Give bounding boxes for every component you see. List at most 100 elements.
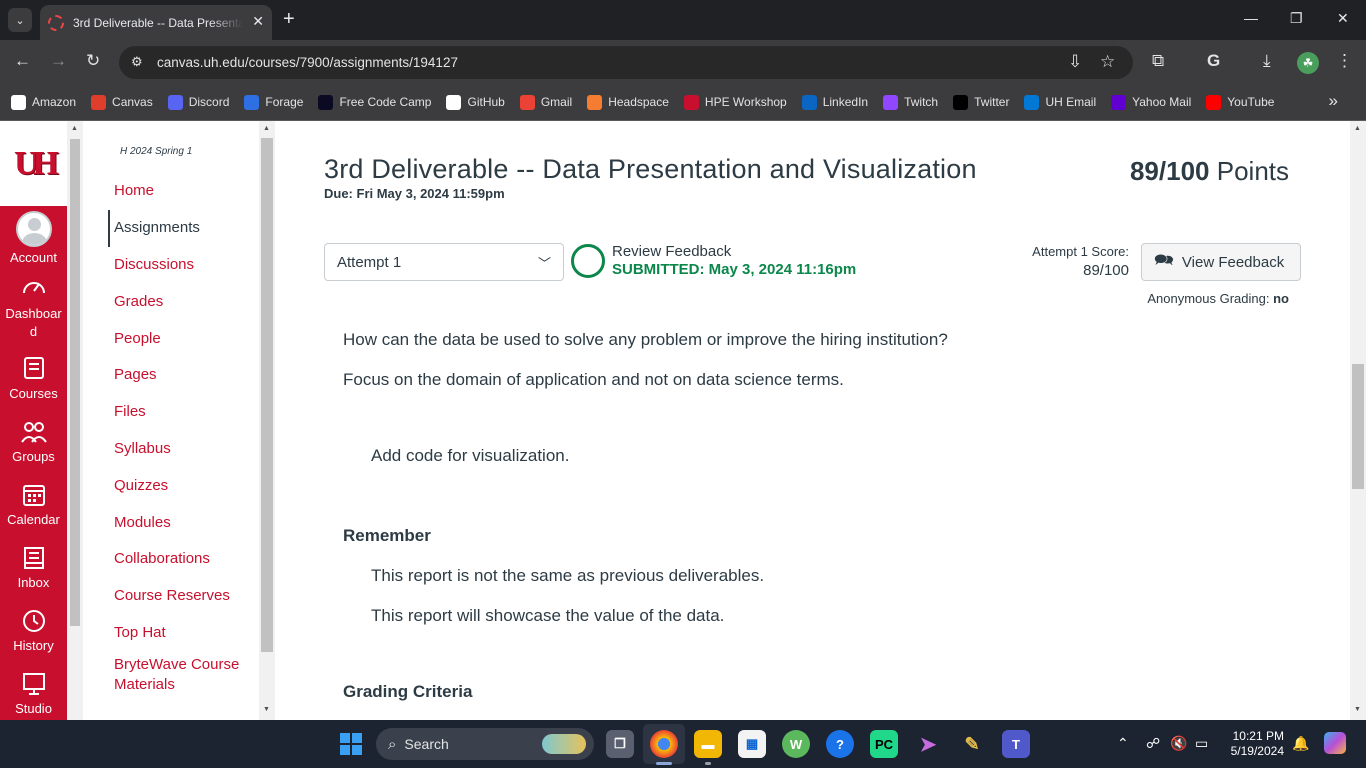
- page-scrollbar[interactable]: ▲ ▼: [1350, 121, 1366, 720]
- extensions-icon[interactable]: ⧉: [1152, 51, 1164, 71]
- youtube-icon: [1206, 94, 1222, 110]
- copilot-icon[interactable]: [1324, 732, 1346, 754]
- bookmark-gmail[interactable]: Gmail: [519, 94, 573, 110]
- windows-start-icon[interactable]: [340, 733, 362, 755]
- forward-icon[interactable]: →: [50, 51, 67, 71]
- install-app-icon[interactable]: ⇩: [1068, 52, 1082, 72]
- teams-icon[interactable]: T: [1002, 730, 1030, 758]
- help-icon[interactable]: ?: [826, 730, 854, 758]
- bookmark-star-icon[interactable]: ☆: [1100, 52, 1115, 72]
- x-icon: [953, 94, 969, 110]
- bookmark-free-code-camp[interactable]: Free Code Camp: [318, 94, 431, 110]
- scroll-up-icon[interactable]: ▲: [263, 125, 270, 132]
- file-explorer-icon[interactable]: ▬: [694, 730, 722, 758]
- scrollbar-thumb[interactable]: [70, 139, 80, 626]
- more-bookmarks-icon[interactable]: »: [1329, 91, 1338, 111]
- global-nav-scrollbar[interactable]: ▲: [67, 121, 83, 720]
- google-icon[interactable]: G: [1207, 51, 1220, 71]
- scroll-down-icon[interactable]: ▼: [1354, 706, 1361, 713]
- global-nav-account[interactable]: Account: [0, 206, 67, 269]
- chrome-icon[interactable]: [650, 730, 678, 758]
- course-nav-home[interactable]: Home: [108, 173, 258, 210]
- global-nav-inbox[interactable]: Inbox: [0, 535, 67, 598]
- scroll-down-icon[interactable]: ▼: [263, 706, 270, 713]
- reload-icon[interactable]: ↻: [86, 51, 100, 71]
- minimize-icon[interactable]: —: [1244, 10, 1258, 26]
- show-hidden-icons-icon[interactable]: ⌃: [1117, 735, 1129, 752]
- uh-logo[interactable]: UH: [0, 121, 67, 206]
- profile-avatar-icon[interactable]: ☘: [1297, 52, 1319, 74]
- global-nav-studio[interactable]: Studio: [0, 661, 67, 720]
- bookmark-canvas[interactable]: Canvas: [91, 94, 153, 110]
- course-nav-top-hat[interactable]: Top Hat: [108, 615, 258, 652]
- address-bar[interactable]: ⚙ canvas.uh.edu/courses/7900/assignments…: [119, 46, 1133, 79]
- restore-icon[interactable]: ❐: [1290, 10, 1303, 27]
- course-nav-grades[interactable]: Grades: [108, 283, 258, 320]
- notifications-icon[interactable]: 🔔: [1292, 735, 1309, 752]
- bookmark-yahoo-mail[interactable]: Yahoo Mail: [1111, 94, 1191, 110]
- bookmark-hpe-workshop[interactable]: HPE Workshop: [683, 94, 787, 110]
- wifi-icon[interactable]: ☍: [1146, 735, 1160, 752]
- course-nav-modules[interactable]: Modules: [108, 504, 258, 541]
- site-info-icon[interactable]: ⚙: [131, 54, 143, 70]
- course-nav-scrollbar[interactable]: ▲ ▼: [259, 121, 275, 720]
- new-tab-icon[interactable]: +: [283, 8, 295, 30]
- course-nav-pages[interactable]: Pages: [108, 357, 258, 394]
- bookmark-uh-email[interactable]: UH Email: [1024, 94, 1096, 110]
- bookmark-youtube[interactable]: YouTube: [1206, 94, 1274, 110]
- task-view-icon[interactable]: ❐: [606, 730, 634, 758]
- course-nav-quizzes[interactable]: Quizzes: [108, 467, 258, 504]
- due-date: Due: Fri May 3, 2024 11:59pm: [324, 186, 505, 201]
- bookmark-label: Twitter: [974, 95, 1010, 109]
- power-automate-icon[interactable]: ➤: [914, 730, 942, 758]
- paint-icon[interactable]: ✎: [958, 730, 986, 758]
- close-tab-icon[interactable]: ✕: [252, 13, 264, 30]
- global-nav-courses[interactable]: Courses: [0, 346, 67, 409]
- battery-icon[interactable]: ▭: [1195, 735, 1208, 752]
- course-nav-people[interactable]: People: [108, 320, 258, 357]
- global-nav-dashboard[interactable]: Dashboard: [0, 269, 67, 346]
- attempt-select[interactable]: Attempt 1 ﹀: [324, 243, 564, 281]
- uh-icon: [683, 94, 699, 110]
- global-nav-groups[interactable]: Groups: [0, 409, 67, 472]
- global-nav-label: Studio: [15, 700, 52, 716]
- global-nav-calendar[interactable]: Calendar: [0, 472, 67, 535]
- scroll-up-icon[interactable]: ▲: [1354, 125, 1361, 132]
- bookmark-linkedin[interactable]: LinkedIn: [801, 94, 868, 110]
- scrollbar-thumb[interactable]: [1352, 364, 1364, 489]
- review-feedback-label: Review Feedback: [612, 243, 732, 260]
- scrollbar-thumb[interactable]: [261, 138, 273, 652]
- url-text[interactable]: canvas.uh.edu/courses/7900/assignments/1…: [157, 55, 458, 70]
- back-icon[interactable]: ←: [14, 51, 31, 71]
- view-feedback-button[interactable]: 🗪 View Feedback: [1141, 243, 1301, 281]
- course-nav-discussions[interactable]: Discussions: [108, 247, 258, 284]
- course-nav-collaborations[interactable]: Collaborations: [108, 541, 258, 578]
- taskbar-search[interactable]: ⌕ Search: [376, 728, 594, 760]
- tab-search-icon[interactable]: ⌄: [8, 8, 32, 32]
- course-nav-files[interactable]: Files: [108, 394, 258, 431]
- search-icon: ⌕: [388, 735, 397, 753]
- course-nav-course-reserves[interactable]: Course Reserves: [108, 578, 258, 615]
- close-window-icon[interactable]: ✕: [1337, 10, 1349, 27]
- app-w-icon[interactable]: W: [782, 730, 810, 758]
- course-nav-assignments[interactable]: Assignments: [108, 209, 258, 247]
- scroll-up-icon[interactable]: ▲: [71, 125, 78, 132]
- download-icon[interactable]: ⤓: [1263, 51, 1271, 71]
- browser-tab[interactable]: 3rd Deliverable -- Data Presentation and…: [40, 5, 272, 40]
- global-nav-history[interactable]: History: [0, 598, 67, 661]
- course-nav-syllabus[interactable]: Syllabus: [108, 431, 258, 468]
- bookmark-twitch[interactable]: Twitch: [883, 94, 938, 110]
- microsoft-store-icon[interactable]: ▦: [738, 730, 766, 758]
- bookmark-twitter[interactable]: Twitter: [953, 94, 1010, 110]
- volume-muted-icon[interactable]: 🔇: [1170, 735, 1187, 752]
- menu-kebab-icon[interactable]: ⋮: [1336, 51, 1353, 71]
- bookmark-label: Gmail: [540, 95, 573, 109]
- taskbar-clock[interactable]: 10:21 PM 5/19/2024: [1222, 729, 1284, 759]
- course-nav-brytewave-course-materials[interactable]: BryteWave Course Materials: [108, 651, 258, 699]
- pycharm-icon[interactable]: PC: [870, 730, 898, 758]
- bookmark-headspace[interactable]: Headspace: [587, 94, 669, 110]
- bookmark-amazon[interactable]: Amazon: [11, 94, 76, 110]
- bookmark-forage[interactable]: Forage: [244, 94, 303, 110]
- bookmark-discord[interactable]: Discord: [167, 94, 229, 110]
- bookmark-github[interactable]: GitHub: [446, 94, 505, 110]
